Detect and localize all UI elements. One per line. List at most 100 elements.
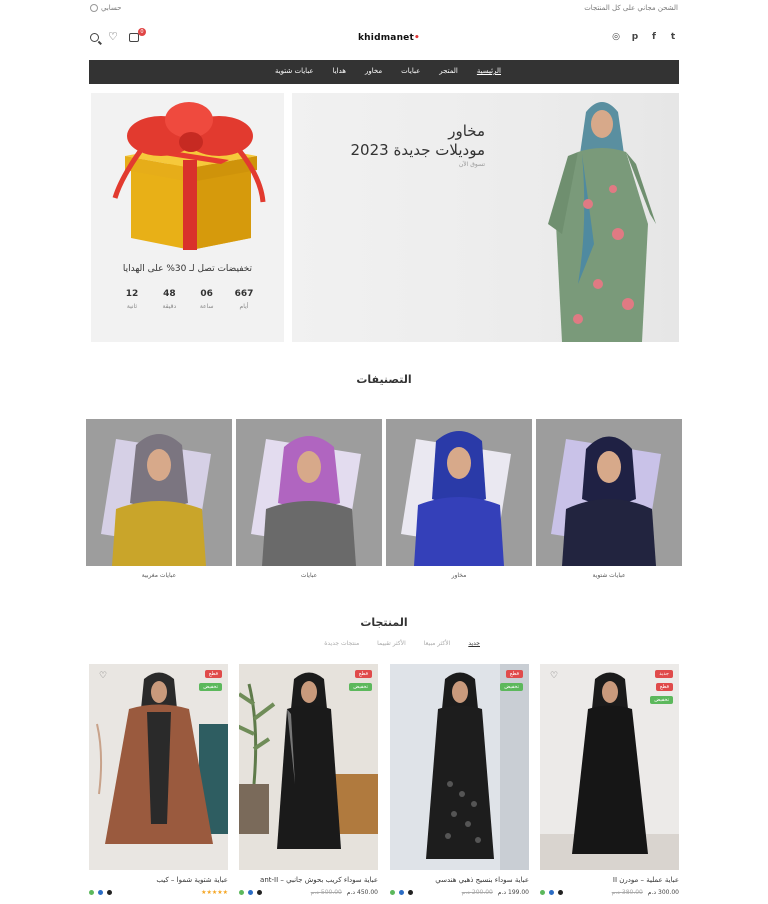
nav-item-makhawir[interactable]: مخاور — [365, 67, 382, 75]
product-tabs: جديد الأكثر مبيعا الأكثر تقييما منتجات ج… — [290, 640, 480, 652]
product-card[interactable]: ♡ جديد قطع تخفيض عباية عملية – مودرن II … — [540, 664, 679, 896]
tab-best-sellers[interactable]: الأكثر مبيعا — [424, 640, 451, 652]
product-price: 450.00 د.م 500.00 د.م — [311, 889, 378, 896]
category-card[interactable]: عبايات مغربية — [86, 419, 232, 579]
product-image[interactable]: ♡ جديد قطع تخفيض — [540, 664, 679, 870]
site-logo[interactable]: khidmanet• — [358, 33, 420, 43]
header-tools: ♡ 0 — [90, 27, 146, 43]
cart-count-badge: 0 — [138, 27, 146, 36]
product-tag: قطع — [505, 670, 523, 678]
category-label: عبايات شتوية — [592, 572, 626, 579]
pinterest-icon[interactable]: p — [630, 32, 640, 42]
swatch-black[interactable] — [257, 889, 262, 895]
product-image[interactable]: ♡ قطع تخفيض — [89, 664, 228, 870]
countdown-value: 667 — [234, 289, 254, 299]
swatch-black[interactable] — [107, 889, 112, 895]
color-swatches — [239, 889, 262, 895]
product-name[interactable]: عباية سوداء كريب بحوش جانبي – ant-II — [239, 876, 378, 884]
category-card[interactable]: عبايات — [236, 419, 382, 579]
swatch-green[interactable] — [390, 889, 395, 895]
category-label: عبايات مغربية — [141, 572, 177, 579]
search-icon[interactable] — [90, 32, 99, 42]
nav-item-shop[interactable]: المتجر — [439, 67, 458, 75]
product-name[interactable]: عباية عملية – مودرن II — [540, 876, 679, 884]
category-card[interactable]: مخاور — [386, 419, 532, 579]
color-swatches — [390, 889, 413, 895]
category-image — [386, 419, 532, 566]
swatch-green[interactable] — [540, 889, 545, 895]
swatch-green[interactable] — [239, 889, 244, 895]
product-price: 300.00 د.م 380.00 د.م — [612, 889, 679, 896]
wishlist-icon[interactable]: ♡ — [108, 31, 120, 43]
color-swatches — [540, 889, 563, 895]
tab-new-products[interactable]: منتجات جديدة — [324, 640, 359, 652]
hero-model-image — [548, 102, 656, 342]
product-tag: قطع — [354, 670, 372, 678]
category-photo — [101, 434, 211, 566]
countdown-value: 06 — [200, 289, 213, 299]
swatch-blue[interactable] — [549, 889, 554, 895]
twitter-icon[interactable]: t — [668, 32, 678, 42]
product-image[interactable]: قطع تخفيض — [390, 664, 529, 870]
category-card[interactable]: عبايات شتوية — [536, 419, 682, 579]
product-card[interactable]: ♡ قطع تخفيض عباية شتوية شموا – كيب ★★★★★ — [89, 664, 228, 896]
product-card[interactable]: قطع تخفيض عباية سوداء كريب بحوش جانبي – … — [239, 664, 378, 896]
category-image — [236, 419, 382, 566]
nav-item-gifts[interactable]: هدايا — [333, 67, 346, 75]
nav-item-abayas[interactable]: عبايات — [401, 67, 420, 75]
nav-item-winter-abayas[interactable]: عبايات شتوية — [275, 67, 314, 75]
product-photo — [239, 672, 378, 849]
product-name[interactable]: عباية سوداء بنسيج ذهبي هندسي — [390, 876, 529, 884]
old-price: 200.00 د.م — [461, 888, 493, 896]
nav-item-home[interactable]: الرئيسية — [477, 67, 501, 75]
countdown-timer: 667 أيام 06 ساعة 48 دقيقة 12 ثانية — [118, 289, 258, 310]
shop-now-link[interactable]: تسوق الآن — [351, 161, 485, 168]
product-card[interactable]: قطع تخفيض عباية سوداء بنسيج ذهبي هندسي 1… — [390, 664, 529, 896]
tab-new[interactable]: جديد — [468, 640, 480, 652]
swatch-blue[interactable] — [98, 889, 103, 895]
account-link[interactable]: حسابي — [90, 4, 122, 12]
product-tag: تخفيض — [650, 696, 673, 704]
products-title: المنتجات — [360, 616, 408, 629]
old-price: 500.00 د.م — [310, 888, 342, 896]
hero-subheading: موديلات جديدة 2023 — [350, 141, 486, 159]
category-label: مخاور — [451, 572, 467, 579]
category-photo — [401, 431, 511, 566]
hero-banner[interactable]: مخاور موديلات جديدة 2023 تسوق الآن — [292, 93, 679, 342]
category-image — [536, 419, 682, 566]
category-image — [86, 419, 232, 566]
category-label: عبايات — [300, 572, 318, 579]
countdown-label: ساعة — [199, 303, 214, 310]
product-image[interactable]: قطع تخفيض — [239, 664, 378, 870]
categories-title: التصنيفات — [356, 373, 412, 386]
swatch-black[interactable] — [558, 889, 563, 895]
gift-discount-title: تخفيضات تصل لـ 30% على الهدايا — [122, 264, 253, 274]
site-header: t f p ◎ khidmanet• ♡ 0 — [0, 27, 768, 50]
swatch-black[interactable] — [408, 889, 413, 895]
category-photo — [551, 436, 661, 566]
countdown-minutes: 48 دقيقة — [155, 289, 183, 310]
product-name[interactable]: عباية شتوية شموا – كيب — [89, 876, 228, 884]
swatch-green[interactable] — [89, 889, 94, 895]
current-price: 450.00 د.م — [346, 888, 378, 896]
countdown-hours: 06 ساعة — [193, 289, 221, 310]
tab-top-rated[interactable]: الأكثر تقييما — [377, 640, 406, 652]
instagram-icon[interactable]: ◎ — [611, 32, 621, 42]
swatch-blue[interactable] — [248, 889, 253, 895]
facebook-icon[interactable]: f — [649, 32, 659, 42]
cart-icon[interactable]: 0 — [129, 27, 146, 42]
top-bar: الشحن مجاني على كل المنتجات حسابي — [0, 0, 768, 18]
products-grid: ♡ جديد قطع تخفيض عباية عملية – مودرن II … — [89, 664, 679, 904]
product-tag: تخفيض — [349, 683, 372, 691]
swatch-blue[interactable] — [399, 889, 404, 895]
wishlist-icon[interactable]: ♡ — [99, 671, 107, 681]
wishlist-icon[interactable]: ♡ — [550, 671, 558, 681]
user-icon — [90, 4, 98, 12]
product-rating: ★★★★★ — [201, 888, 228, 896]
free-shipping-notice: الشحن مجاني على كل المنتجات — [584, 4, 678, 12]
gift-promo-card[interactable]: تخفيضات تصل لـ 30% على الهدايا 667 أيام … — [91, 93, 284, 342]
color-swatches — [89, 889, 112, 895]
countdown-value: 12 — [125, 289, 139, 299]
countdown-value: 48 — [163, 289, 176, 299]
hero-heading: مخاور — [448, 122, 485, 140]
